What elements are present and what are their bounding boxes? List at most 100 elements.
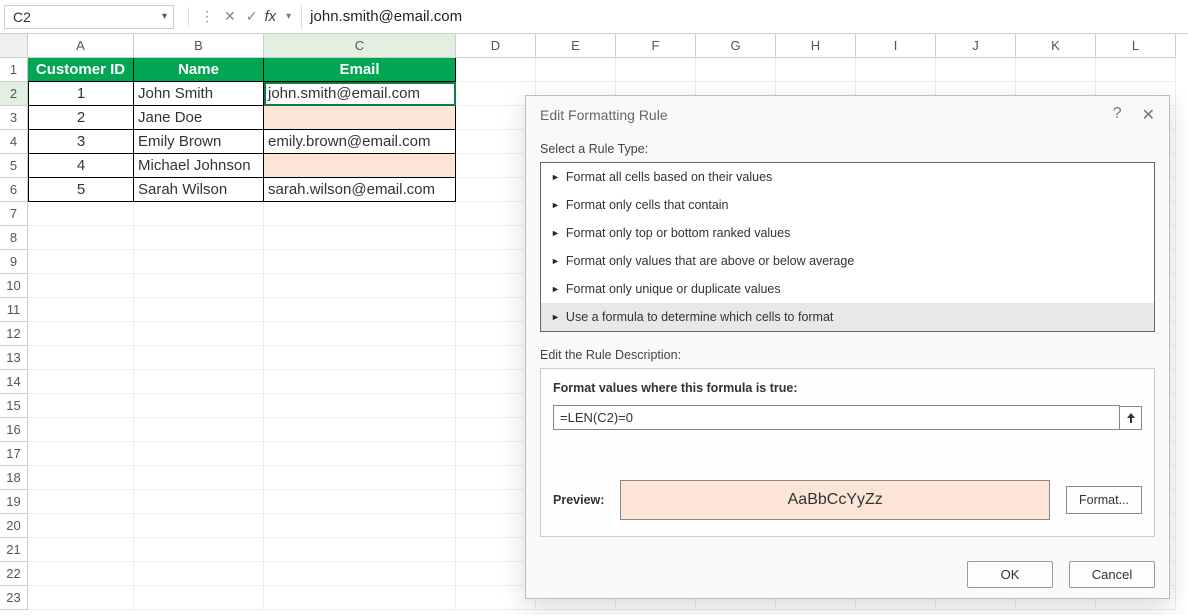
empty-cell[interactable]: [264, 346, 456, 370]
empty-cell[interactable]: [456, 514, 536, 538]
column-header[interactable]: J: [936, 34, 1016, 58]
empty-cell[interactable]: [696, 58, 776, 82]
empty-cell[interactable]: [28, 514, 134, 538]
empty-cell[interactable]: [856, 58, 936, 82]
empty-cell[interactable]: [28, 418, 134, 442]
row-header[interactable]: 20: [0, 514, 28, 538]
empty-cell[interactable]: [776, 58, 856, 82]
empty-cell[interactable]: [134, 514, 264, 538]
empty-cell[interactable]: [456, 562, 536, 586]
table-cell[interactable]: 4: [28, 154, 134, 178]
empty-cell[interactable]: [456, 346, 536, 370]
table-cell[interactable]: Emily Brown: [134, 130, 264, 154]
empty-cell[interactable]: [264, 466, 456, 490]
table-cell[interactable]: 1: [28, 82, 134, 106]
table-cell[interactable]: Jane Doe: [134, 106, 264, 130]
column-header[interactable]: H: [776, 34, 856, 58]
row-header[interactable]: 11: [0, 298, 28, 322]
help-icon[interactable]: ?: [1113, 105, 1122, 125]
row-header[interactable]: 19: [0, 490, 28, 514]
empty-cell[interactable]: [28, 274, 134, 298]
row-header[interactable]: 17: [0, 442, 28, 466]
column-header[interactable]: I: [856, 34, 936, 58]
table-cell[interactable]: [264, 106, 456, 130]
empty-cell[interactable]: [456, 178, 536, 202]
empty-cell[interactable]: [456, 466, 536, 490]
table-cell[interactable]: 5: [28, 178, 134, 202]
ok-button[interactable]: OK: [967, 561, 1053, 588]
table-header-cell[interactable]: Email: [264, 58, 456, 82]
row-header[interactable]: 18: [0, 466, 28, 490]
empty-cell[interactable]: [134, 322, 264, 346]
empty-cell[interactable]: [456, 130, 536, 154]
empty-cell[interactable]: [264, 586, 456, 610]
empty-cell[interactable]: [264, 562, 456, 586]
row-header[interactable]: 2: [0, 82, 28, 106]
close-icon[interactable]: ✕: [1142, 105, 1155, 125]
empty-cell[interactable]: [264, 538, 456, 562]
formula-input[interactable]: john.smith@email.com: [301, 5, 1184, 29]
rule-type-item[interactable]: ►Format only unique or duplicate values: [541, 275, 1154, 303]
column-header[interactable]: G: [696, 34, 776, 58]
empty-cell[interactable]: [134, 370, 264, 394]
empty-cell[interactable]: [1016, 58, 1096, 82]
empty-cell[interactable]: [456, 82, 536, 106]
empty-cell[interactable]: [456, 322, 536, 346]
empty-cell[interactable]: [134, 418, 264, 442]
name-box[interactable]: C2 ▾: [4, 5, 174, 29]
row-header[interactable]: 4: [0, 130, 28, 154]
empty-cell[interactable]: [134, 562, 264, 586]
empty-cell[interactable]: [1096, 58, 1176, 82]
empty-cell[interactable]: [134, 226, 264, 250]
empty-cell[interactable]: [134, 490, 264, 514]
empty-cell[interactable]: [28, 346, 134, 370]
row-header[interactable]: 16: [0, 418, 28, 442]
row-header[interactable]: 8: [0, 226, 28, 250]
empty-cell[interactable]: [134, 274, 264, 298]
row-header[interactable]: 5: [0, 154, 28, 178]
rule-type-list[interactable]: ►Format all cells based on their values►…: [540, 162, 1155, 332]
row-header[interactable]: 9: [0, 250, 28, 274]
chevron-down-icon[interactable]: ▾: [162, 11, 167, 22]
row-header[interactable]: 12: [0, 322, 28, 346]
empty-cell[interactable]: [456, 226, 536, 250]
empty-cell[interactable]: [936, 58, 1016, 82]
rule-type-item[interactable]: ►Format only top or bottom ranked values: [541, 219, 1154, 247]
table-cell[interactable]: sarah.wilson@email.com: [264, 178, 456, 202]
row-header[interactable]: 22: [0, 562, 28, 586]
table-header-cell[interactable]: Name: [134, 58, 264, 82]
column-header[interactable]: E: [536, 34, 616, 58]
empty-cell[interactable]: [264, 394, 456, 418]
rule-type-item[interactable]: ►Use a formula to determine which cells …: [541, 303, 1154, 331]
empty-cell[interactable]: [264, 322, 456, 346]
empty-cell[interactable]: [264, 370, 456, 394]
empty-cell[interactable]: [134, 250, 264, 274]
empty-cell[interactable]: [264, 298, 456, 322]
empty-cell[interactable]: [134, 346, 264, 370]
empty-cell[interactable]: [456, 538, 536, 562]
empty-cell[interactable]: [456, 370, 536, 394]
empty-cell[interactable]: [28, 250, 134, 274]
empty-cell[interactable]: [536, 58, 616, 82]
empty-cell[interactable]: [456, 154, 536, 178]
empty-cell[interactable]: [264, 442, 456, 466]
empty-cell[interactable]: [456, 274, 536, 298]
empty-cell[interactable]: [264, 418, 456, 442]
empty-cell[interactable]: [28, 370, 134, 394]
empty-cell[interactable]: [264, 514, 456, 538]
empty-cell[interactable]: [264, 226, 456, 250]
empty-cell[interactable]: [28, 322, 134, 346]
range-selector-icon[interactable]: [1120, 406, 1142, 430]
empty-cell[interactable]: [456, 202, 536, 226]
column-header[interactable]: L: [1096, 34, 1176, 58]
accept-check-icon[interactable]: ✓: [243, 8, 261, 25]
table-cell[interactable]: [264, 154, 456, 178]
chevron-down-icon[interactable]: ▾: [286, 11, 291, 22]
table-cell[interactable]: John Smith: [134, 82, 264, 106]
table-cell[interactable]: john.smith@email.com: [264, 82, 456, 106]
row-header[interactable]: 6: [0, 178, 28, 202]
empty-cell[interactable]: [456, 298, 536, 322]
cancel-x-icon[interactable]: ✕: [221, 8, 239, 25]
empty-cell[interactable]: [456, 418, 536, 442]
row-header[interactable]: 14: [0, 370, 28, 394]
